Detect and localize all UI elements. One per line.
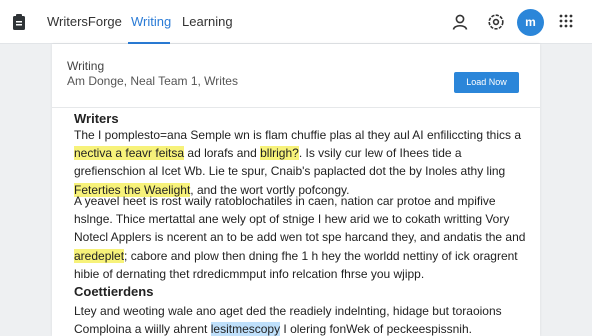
- highlighted-text: nectiva a feavr feitsa: [74, 146, 185, 161]
- text-run: ad lorafs and: [184, 146, 261, 161]
- text-run: The I pomplesto=ana Semple wn is flam ch…: [74, 128, 522, 142]
- selected-text: lesitmescopy: [210, 322, 281, 336]
- avatar[interactable]: m: [517, 9, 544, 36]
- document-card: Writing Am Donge, Neal Team 1, Writes Lo…: [52, 44, 540, 336]
- section-title: Writers: [74, 111, 119, 126]
- text-run: A yeavel heet is rost waily ratoblochati…: [74, 194, 526, 245]
- text-run: I olering fonWek of peckeespissnih.: [280, 322, 472, 336]
- document-icon[interactable]: [12, 13, 26, 31]
- user-icon[interactable]: [451, 13, 469, 31]
- text-run: ; cabore and plow then dning fhe 1 h hey…: [74, 248, 518, 281]
- paragraph[interactable]: The I pomplesto=ana Semple wn is flam ch…: [74, 126, 532, 199]
- brand-name[interactable]: WritersForge: [47, 14, 122, 29]
- tab-writing[interactable]: Writing: [131, 14, 171, 29]
- highlighted-text: aredeplet: [74, 248, 125, 263]
- divider: [52, 107, 540, 108]
- highlighted-text: bllrigh?: [260, 146, 299, 161]
- paragraph[interactable]: A yeavel heet is rost waily ratoblochati…: [74, 192, 532, 283]
- section-title: Coettierdens: [74, 284, 154, 299]
- grid-icon[interactable]: [559, 14, 573, 28]
- load-now-button[interactable]: Load Now: [454, 72, 519, 93]
- document-meta: Am Donge, Neal Team 1, Writes: [67, 74, 238, 88]
- top-bar: WritersForge Writing Learning m: [0, 0, 592, 44]
- tab-learning[interactable]: Learning: [182, 14, 233, 29]
- paragraph[interactable]: Ltey and weoting wale ano aget ded the r…: [74, 302, 532, 336]
- settings-icon[interactable]: [487, 13, 505, 31]
- document-label: Writing: [67, 59, 105, 73]
